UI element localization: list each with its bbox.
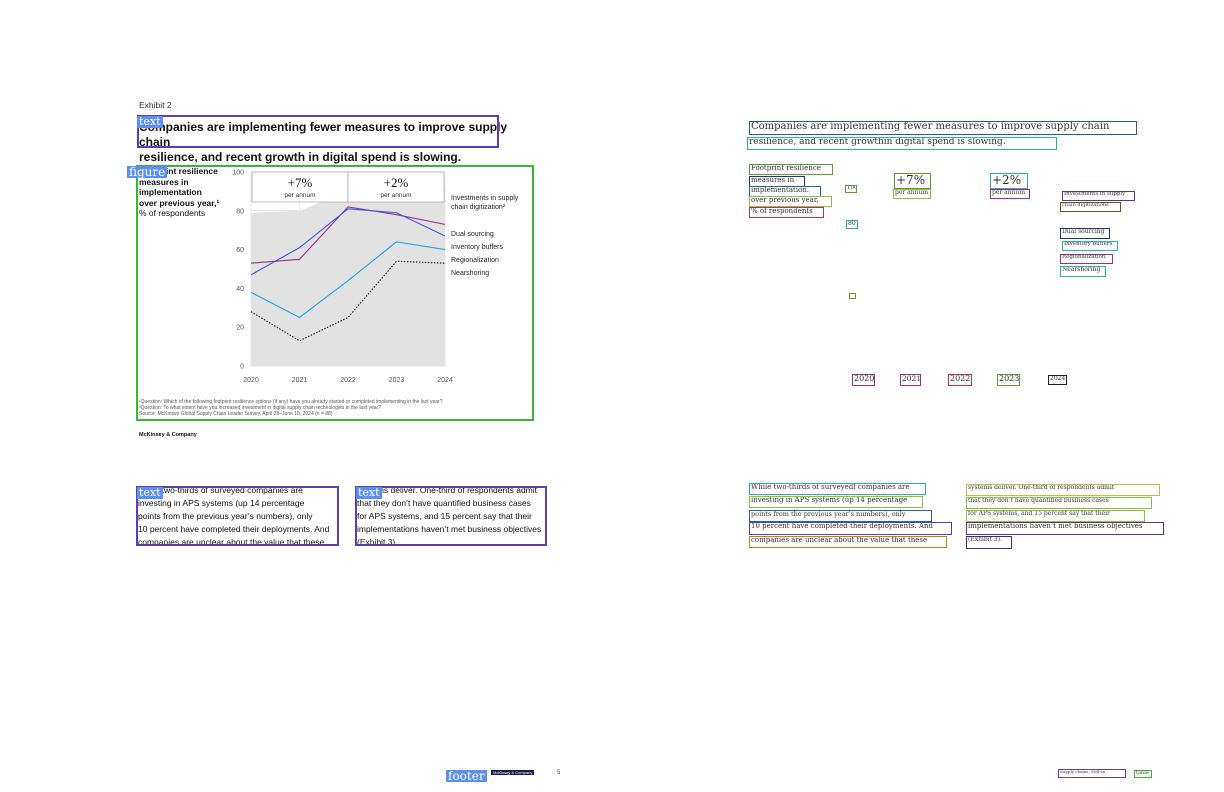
ocr-year-2021: 2021 [900, 374, 921, 386]
y-tick-label: 100 [232, 170, 244, 177]
y-tick-label: 40 [236, 286, 244, 293]
ocr-callout-2: +2% [990, 173, 1028, 189]
ocr-col2-line: (Exhibit 3). [966, 536, 1012, 549]
legend-label-inventory-buffers: Inventory buffers [451, 244, 504, 251]
line-chart: 0 20 40 60 80 100 2020 2021 2022 2023 2024 Invest… [232, 170, 519, 385]
x-tick-label: 2022 [340, 377, 356, 384]
text-annotation-tag-col1: text [137, 486, 163, 499]
ocr-col1-line: 10 percent have completed their deployme… [749, 522, 952, 535]
ocr-callout-1-label: per annum [893, 189, 931, 199]
ocr-legend-6: Nearshoring [1060, 266, 1106, 277]
ocr-col1-line: points from the previous year’s numbers)… [749, 510, 932, 522]
x-tick-label: 2023 [389, 377, 405, 384]
ocr-subtitle-1: Footprint resilience [749, 164, 833, 175]
ocr-ytick-80: 80 [846, 220, 858, 229]
ocr-title-line-1: Companies are implementing fewer measure… [749, 121, 1137, 135]
callout-label-2: per annum [380, 192, 411, 199]
footnote-source: Source: McKinsey Global Supply Chain Lea… [139, 411, 333, 417]
ocr-callout-1: +7% [894, 173, 931, 189]
text-annotation-box-col2 [355, 486, 547, 546]
ocr-legend-2: chain digitizations [1060, 202, 1121, 212]
callout-label-1: per annum [284, 192, 315, 199]
y-tick-label: 60 [236, 247, 244, 254]
text-annotation-tag-col2: text [356, 486, 382, 499]
ocr-legend-3: Dual sourcing [1060, 228, 1110, 239]
ocr-col1-line: companies are unclear about the value th… [749, 536, 947, 548]
ocr-legend-4: Inventory buffers [1062, 241, 1118, 251]
ocr-table-tag: table [1134, 770, 1152, 778]
page-number: 5 [557, 770, 561, 776]
x-tick-label: 2020 [243, 377, 259, 384]
chart-footnotes: ¹Question: Which of the following footpr… [139, 399, 529, 417]
area-series-investments [251, 185, 445, 366]
footer-annotation-tag: footer [446, 769, 487, 783]
ocr-col1-line: investing in APS systems (up 14 percenta… [749, 496, 923, 508]
ocr-ytick-100: 100 [845, 185, 857, 193]
y-tick-label: 0 [240, 364, 244, 371]
ocr-year-2022: 2022 [948, 374, 972, 386]
chart-legend: Investments in supply chain digitization²… [451, 195, 519, 277]
x-tick-label: 2024 [437, 377, 453, 384]
ocr-col2-line: that they don’t have quantified business… [966, 497, 1152, 509]
ocr-subtitle-4: over previous year, [749, 196, 832, 207]
ocr-year-2024: 2024 [1048, 375, 1067, 385]
legend-label-nearshoring: Nearshoring [451, 270, 489, 277]
ocr-legend-5: Regionalization [1060, 254, 1113, 264]
legend-label-investments: Investments in supply [451, 195, 519, 202]
y-tick-label: 80 [236, 208, 244, 215]
ocr-col2-line: systems deliver. One-third of respondent… [966, 484, 1160, 496]
legend-label-regionalization: Regionalization [451, 257, 499, 264]
ocr-title-line-2: resilience, and recent growthin digital … [747, 137, 1057, 150]
x-tick-label: 2021 [292, 377, 308, 384]
ocr-year-2020: 2020 [852, 374, 875, 386]
footer-text: McKinsey & Company [491, 770, 535, 775]
legend-label-investments-line2: chain digitization² [451, 204, 506, 211]
x-tick-labels: 2020 2021 2022 2023 2024 [243, 377, 453, 384]
ocr-footer-text: Supply chains: Still vu [1058, 769, 1126, 778]
ocr-legend-1: Investments in supply [1062, 191, 1135, 201]
ocr-callout-2-label: per annum [990, 189, 1030, 199]
ocr-col2-line: for APS systems, and 15 percent say that… [966, 510, 1145, 522]
callout-value-1: +7% [288, 175, 313, 190]
ocr-subtitle-5: % of respondents [749, 207, 824, 218]
ocr-small-box [849, 293, 856, 299]
ocr-col1-line: While two-thirds of surveyedl companies … [749, 483, 926, 495]
ocr-col2-line: implementations haven’t met business obj… [966, 522, 1164, 535]
y-tick-label: 20 [236, 325, 244, 332]
ocr-year-2023: 2023 [997, 374, 1020, 386]
publisher-credit: McKinsey & Company [139, 432, 197, 438]
text-annotation-box-col1 [136, 486, 339, 546]
callout-value-2: +2% [384, 175, 409, 190]
legend-label-dual-sourcing: Dual sourcing [451, 231, 494, 238]
y-tick-labels: 0 20 40 60 80 100 [232, 170, 244, 371]
